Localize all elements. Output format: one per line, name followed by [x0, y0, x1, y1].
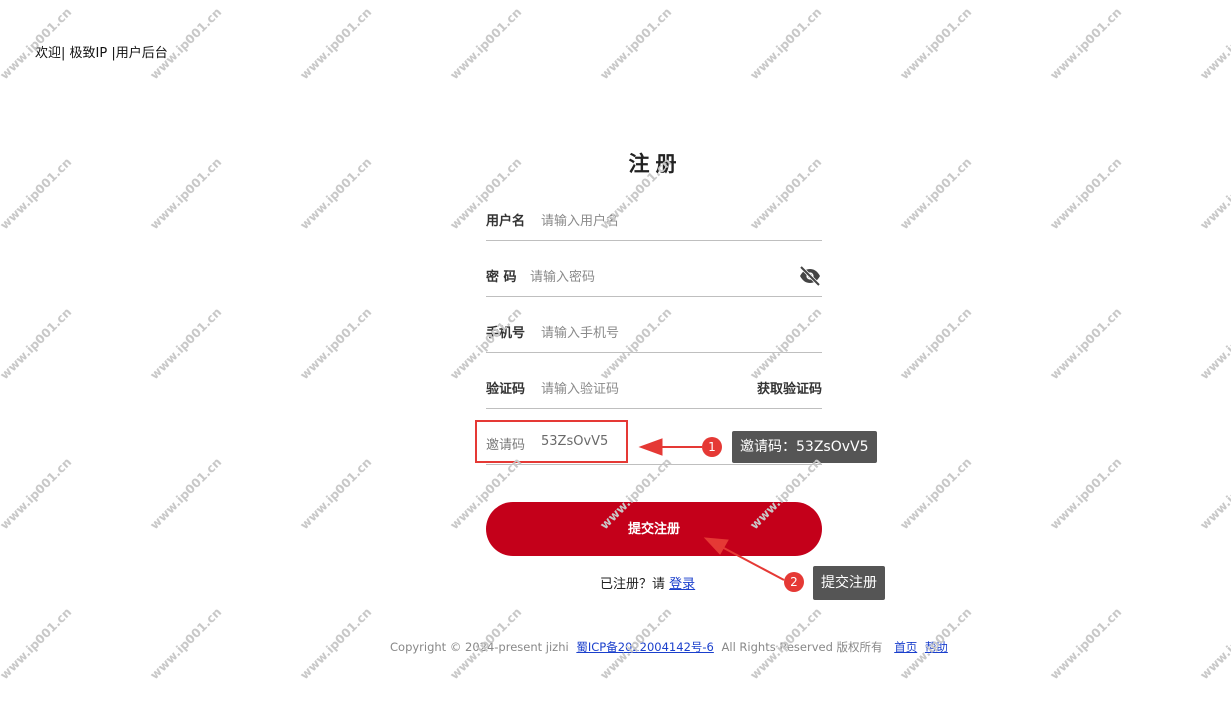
- icp-link[interactable]: 蜀ICP备2022004142号-6: [576, 640, 714, 654]
- footer: [0, 614, 1231, 710]
- eye-slash-icon[interactable]: [798, 264, 822, 288]
- phone-field[interactable]: 手机号 请输入手机号: [486, 316, 822, 353]
- login-prompt: 已注册？请 登录: [600, 573, 695, 592]
- callout-2-badge: 2: [784, 572, 804, 592]
- copyright-text: Copyright © 2024-present jizhi: [390, 640, 569, 654]
- get-code-button[interactable]: 获取验证码: [757, 378, 822, 397]
- welcome-text: 欢迎| 极致IP |用户后台: [35, 46, 168, 61]
- callout-2: 提交注册: [813, 566, 885, 600]
- top-bar: 欢迎| 极致IP |用户后台: [0, 0, 1231, 124]
- callout-1: 邀请码：53ZsOvV5: [732, 431, 877, 463]
- page-title: 注册: [628, 152, 683, 176]
- code-field[interactable]: 验证码 请输入验证码 获取验证码: [486, 372, 822, 409]
- code-input[interactable]: 请输入验证码: [541, 378, 619, 397]
- home-link[interactable]: 首页: [894, 640, 917, 654]
- phone-input[interactable]: 请输入手机号: [541, 322, 619, 341]
- password-field[interactable]: 密 码 请输入密码: [486, 260, 822, 297]
- username-field[interactable]: 用户名 请输入用户名: [486, 204, 822, 241]
- phone-label: 手机号: [486, 326, 526, 341]
- help-link[interactable]: 帮助: [925, 640, 948, 654]
- rights-text: All Rights Reserved 版权所有: [721, 640, 883, 654]
- invite-highlight-box: [475, 420, 628, 463]
- username-input[interactable]: 请输入用户名: [541, 210, 619, 229]
- password-label: 密 码: [486, 270, 517, 285]
- callout-1-badge: 1: [702, 437, 722, 457]
- registered-text: 已注册？请: [600, 577, 666, 592]
- login-link[interactable]: 登录: [669, 577, 695, 592]
- submit-register-button[interactable]: 提交注册: [486, 502, 822, 556]
- password-input[interactable]: 请输入密码: [530, 266, 595, 285]
- username-label: 用户名: [486, 214, 526, 229]
- copyright-line: Copyright © 2024-present jizhi 蜀ICP备2022…: [390, 639, 948, 655]
- code-label: 验证码: [486, 382, 526, 397]
